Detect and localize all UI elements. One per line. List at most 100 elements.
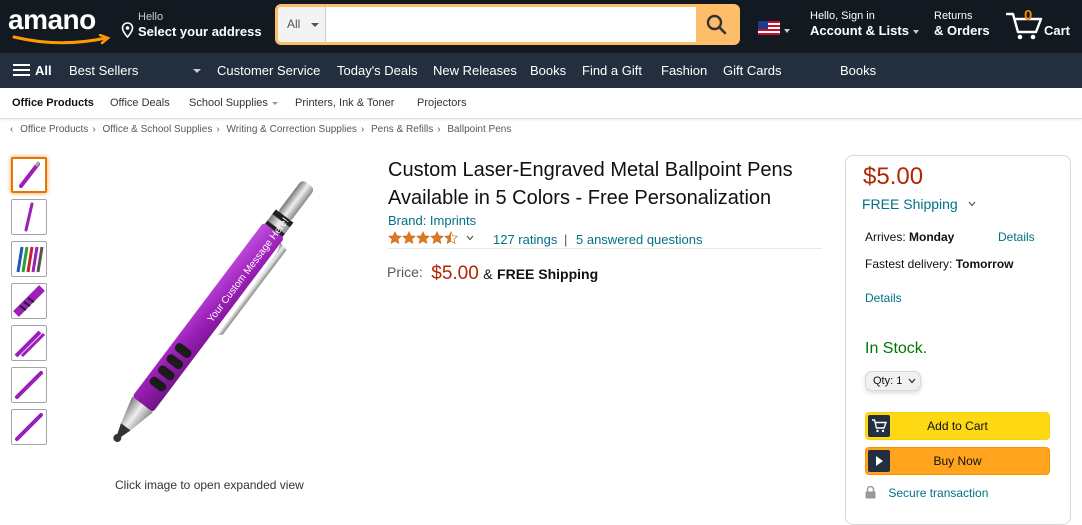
separator: | bbox=[564, 232, 568, 247]
search-input[interactable] bbox=[327, 7, 697, 42]
logo[interactable]: amano bbox=[8, 4, 112, 46]
qty-value: 1 bbox=[896, 375, 903, 387]
quantity-select[interactable]: Qty: 1 bbox=[865, 371, 921, 391]
subnav-printers-ink-toner[interactable]: Printers, Ink & Toner bbox=[295, 97, 394, 109]
subnav-school-supplies[interactable]: School Supplies bbox=[189, 97, 278, 109]
arrives-label: Arrives: bbox=[865, 230, 906, 244]
fastest-day: Tomorrow bbox=[955, 257, 1014, 271]
thumbnail-6[interactable] bbox=[11, 367, 47, 403]
fastest-delivery: Fastest delivery: Tomorrow bbox=[865, 257, 1014, 271]
cart-count: 0 bbox=[1024, 7, 1033, 24]
breadcrumb-item[interactable]: Office & School Supplies bbox=[102, 124, 212, 135]
returns-orders[interactable]: Returns & Orders bbox=[934, 10, 990, 38]
pen-thumbnail-image bbox=[15, 371, 43, 399]
nav-all-menu[interactable]: All bbox=[13, 63, 52, 78]
fastest-label: Fastest delivery: bbox=[865, 257, 953, 271]
breadcrumb-item[interactable]: Office Products bbox=[20, 124, 88, 135]
orders-label: & Orders bbox=[934, 23, 990, 38]
fastest-details-link[interactable]: Details bbox=[865, 291, 902, 305]
stars-icon bbox=[388, 231, 458, 244]
answered-questions-link[interactable]: 5 answered questions bbox=[576, 232, 702, 247]
nav-item-customer-service[interactable]: Customer Service bbox=[217, 63, 320, 78]
nav-item-books[interactable]: Books bbox=[530, 63, 566, 78]
account-label: Account & Lists bbox=[810, 23, 909, 38]
breadcrumb-item[interactable]: Writing & Correction Supplies bbox=[226, 124, 356, 135]
subnav-school-supplies-label: School Supplies bbox=[189, 97, 268, 109]
cart-button[interactable]: 0 Cart bbox=[1006, 6, 1076, 44]
breadcrumb-item[interactable]: Pens & Refills bbox=[371, 124, 433, 135]
nav-item-todays-deals[interactable]: Today's Deals bbox=[337, 63, 418, 78]
thumbnail-4[interactable] bbox=[11, 283, 47, 319]
delivery-details-link[interactable]: Details bbox=[998, 230, 1035, 244]
arrives-day: Monday bbox=[909, 230, 955, 244]
add-to-cart-button[interactable]: Add to Cart bbox=[865, 412, 1050, 440]
nav-item-best-sellers[interactable]: Best Sellers bbox=[69, 63, 138, 78]
chevron-down-icon bbox=[311, 23, 319, 27]
product-title: Custom Laser-Engraved Metal Ballpoint Pe… bbox=[388, 159, 793, 209]
price-amp: & bbox=[483, 266, 493, 282]
qty-label: Qty: bbox=[873, 375, 894, 387]
top-header: amano Hello Select your address All Hell… bbox=[0, 0, 1082, 53]
subnav-projectors[interactable]: Projectors bbox=[417, 97, 467, 109]
play-icon-wrapper bbox=[868, 450, 890, 472]
chevron-down-icon bbox=[271, 101, 278, 105]
search-button[interactable] bbox=[696, 7, 737, 42]
nav-item-new-releases[interactable]: New Releases bbox=[433, 63, 517, 78]
breadcrumb-item[interactable]: Ballpoint Pens bbox=[447, 124, 511, 135]
thumbnail-1[interactable] bbox=[11, 157, 47, 193]
buy-now-button[interactable]: Buy Now bbox=[865, 447, 1050, 475]
chevron-down-icon bbox=[908, 378, 916, 384]
pen-thumbnail-image bbox=[24, 202, 34, 232]
address-label: Select your address bbox=[138, 24, 262, 39]
pen-grip-thumbnail-image bbox=[13, 285, 45, 317]
play-icon bbox=[876, 456, 883, 466]
thumbnail-2[interactable] bbox=[11, 199, 47, 235]
nav-bar: All Best Sellers Customer Service Today'… bbox=[0, 53, 1082, 88]
us-flag-icon[interactable] bbox=[758, 21, 780, 35]
chevron-down-icon[interactable] bbox=[466, 235, 474, 241]
rating-row: 127 ratings | 5 answered questions bbox=[388, 231, 822, 249]
pen-thumbnail-image bbox=[19, 161, 41, 188]
cart-icon-wrapper bbox=[868, 415, 890, 437]
brand-link[interactable]: Brand: Imprints bbox=[388, 213, 476, 228]
chevron-down-icon bbox=[912, 29, 919, 34]
ratings-count-link[interactable]: 127 ratings bbox=[493, 232, 557, 247]
thumbnail-7[interactable] bbox=[11, 409, 47, 445]
logo-smile-icon bbox=[12, 34, 111, 45]
buybox-price: $5.00 bbox=[863, 163, 924, 190]
free-shipping-label: FREE Shipping bbox=[862, 196, 958, 212]
back-chevron-icon[interactable]: ‹ bbox=[10, 124, 13, 135]
nav-item-find-a-gift[interactable]: Find a Gift bbox=[582, 63, 642, 78]
search-category-select[interactable]: All bbox=[278, 7, 326, 42]
hamburger-icon bbox=[13, 64, 30, 76]
location-pin-icon bbox=[121, 22, 134, 38]
stock-status: In Stock. bbox=[865, 340, 928, 357]
main-product-image[interactable]: Your Custom Message Here! bbox=[50, 155, 370, 475]
free-shipping-link[interactable]: FREE Shipping bbox=[862, 196, 976, 212]
free-shipping-label: FREE Shipping bbox=[497, 266, 599, 282]
address-greeting: Hello bbox=[138, 11, 164, 23]
pen-thumbnail-image bbox=[15, 413, 43, 441]
cart-icon bbox=[872, 419, 887, 433]
secure-transaction-label: Secure transaction bbox=[888, 486, 989, 500]
sub-nav: Office Products Office Deals School Supp… bbox=[0, 88, 1082, 119]
arrival-info: Arrives: Monday bbox=[865, 230, 954, 244]
thumbnail-5[interactable] bbox=[11, 325, 47, 361]
nav-item-books-promo[interactable]: Books bbox=[840, 63, 876, 78]
chevron-down-icon bbox=[968, 201, 976, 207]
account-greeting: Hello, Sign in bbox=[810, 10, 875, 22]
secure-transaction-link[interactable]: Secure transaction bbox=[865, 486, 988, 500]
nav-item-gift-cards[interactable]: Gift Cards bbox=[723, 63, 782, 78]
price-value: $5.00 bbox=[431, 263, 479, 284]
account-menu[interactable]: Hello, Sign in Account & Lists bbox=[810, 10, 919, 38]
logo-text: amano bbox=[8, 4, 96, 35]
pen-colors-thumbnail-image bbox=[16, 246, 44, 273]
engraving-text: Your Custom Message Here! bbox=[206, 216, 292, 325]
pen-thumbnail-image bbox=[14, 330, 46, 358]
subnav-office-deals[interactable]: Office Deals bbox=[110, 97, 170, 109]
subnav-office-products[interactable]: Office Products bbox=[12, 97, 94, 109]
chevron-down-icon[interactable] bbox=[193, 69, 201, 73]
returns-label: Returns bbox=[934, 10, 973, 22]
nav-item-fashion[interactable]: Fashion bbox=[661, 63, 707, 78]
thumbnail-3[interactable] bbox=[11, 241, 47, 277]
